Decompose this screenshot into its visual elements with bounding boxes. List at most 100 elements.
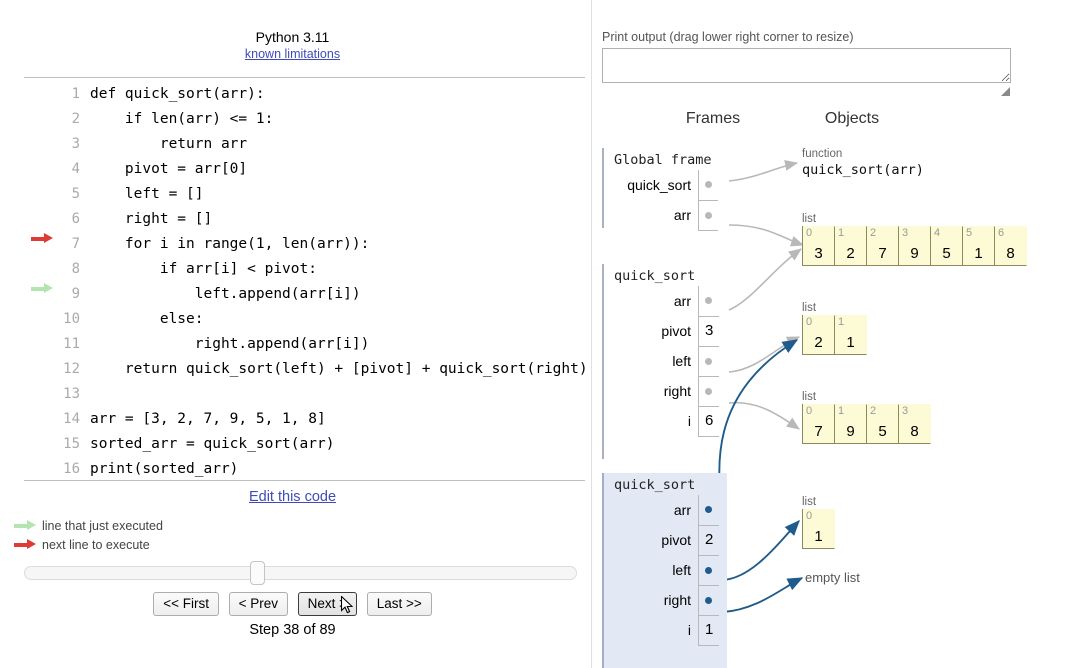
pointer-dot-icon [705,297,712,305]
code-line-text-cell: left.append(arr[i]) [90,282,585,307]
code-line-text: left = [] [90,186,204,202]
execution-slider-handle[interactable] [249,561,265,585]
code-line[interactable]: 14 arr = [3, 2, 7, 9, 5, 1, 8] [24,407,585,432]
list-cell: 38 [899,404,931,444]
variable-row: quick_sort [604,170,718,201]
variable-pointer [698,346,720,377]
heap-object-list-inner: list 0 1 [802,496,835,549]
variable-pointer [698,200,718,231]
code-line[interactable]: 15 sorted_arr = quick_sort(arr) [24,432,585,457]
list-cell: 39 [899,226,931,266]
known-limitations-link[interactable]: known limitations [245,46,340,63]
code-line[interactable]: 2 if len(arr) <= 1: [24,107,585,132]
variable-row: arr [604,495,720,526]
stack-frame-global: Global frame quick_sort arr [602,148,727,231]
heap-object-list-right: list 0 7 1 9 2 5 3 8 [802,391,931,444]
code-line[interactable]: 11 right.append(arr[i]) [24,332,585,357]
language-header: Python 3.11 known limitations [0,28,585,63]
next-button[interactable]: Next > [297,592,358,616]
code-line-arrow-slot [24,457,57,482]
code-line[interactable]: 8 if arr[i] < pivot: [24,257,585,282]
list-cell: 19 [835,404,867,444]
variable-name: left [672,562,691,578]
list-cell-index: 0 [806,227,813,239]
variable-row: pivot 2 [604,525,720,556]
first-button[interactable]: << First [153,592,220,616]
code-line-number: 3 [71,136,80,152]
code-line[interactable]: 3 return arr [24,132,585,157]
code-line-text-cell: return quick_sort(left) + [pivot] + quic… [90,357,585,382]
variable-name: arr [673,207,691,223]
edit-this-code-link-wrap: Edit this code [0,489,585,505]
stack-frame-quicksort-2-current: quick_sort arr pivot 2 left right i 1 [602,473,727,668]
code-line-text: pivot = arr[0] [90,161,248,177]
code-line-text-cell: left = [] [90,182,585,207]
variable-row: arr [604,200,718,231]
code-line-arrow-slot [24,307,57,332]
code-line[interactable]: 4 pivot = arr[0] [24,157,585,182]
list-object: 03122739455168 [802,226,1027,266]
list-cell-value: 1 [846,334,855,351]
variable-name: pivot [661,323,691,339]
code-line-text: if arr[i] < pivot: [90,261,317,277]
code-line[interactable]: 16 print(sorted_arr) [24,457,585,482]
list-cell-index: 0 [806,316,813,328]
code-line-arrow-slot [24,182,57,207]
heap-object-list-arr: list 0 3 1 2 2 7 3 9 4 5 5 1 6 8 [802,213,1027,266]
print-output-textarea[interactable] [602,48,1011,83]
code-line[interactable]: 10 else: [24,307,585,332]
code-line-text-cell: else: [90,307,585,332]
code-line[interactable]: 9 left.append(arr[i]) [24,282,585,307]
list-cell-value: 8 [910,423,919,440]
list-cell-value: 3 [814,245,823,262]
list-cell-value: 7 [814,423,823,440]
print-output-label: Print output (drag lower right corner to… [602,30,854,44]
code-line-text-cell: right.append(arr[i]) [90,332,585,357]
list-cell: 51 [963,226,995,266]
code-line-text: if len(arr) <= 1: [90,111,274,127]
heap-object-list-left: list 0 2 1 1 [802,302,867,355]
empty-list-label: empty list [805,570,860,585]
frame-name: quick_sort [614,477,696,493]
list-cell: 02 [803,315,835,355]
list-cell-value: 5 [942,245,951,262]
last-button[interactable]: Last >> [366,592,432,616]
code-line-number: 7 [71,236,80,252]
code-line-number: 2 [71,111,80,127]
list-cell-index: 1 [838,405,845,417]
variable-row: right [604,376,720,407]
variable-value: 6 [698,406,720,437]
code-line-text: right.append(arr[i]) [90,336,370,352]
frame-variables: quick_sortarr [604,170,718,231]
code-line[interactable]: 12 return quick_sort(left) + [pivot] + q… [24,357,585,382]
code-line-number: 8 [71,261,80,277]
object-type-label: function [802,148,843,160]
code-line-arrow-slot [24,332,57,357]
code-line[interactable]: 6 right = [] [24,207,585,232]
edit-this-code-link[interactable]: Edit this code [249,489,336,505]
object-type-label: list [802,391,817,403]
prev-button[interactable]: < Prev [228,592,289,616]
object-type-label: list [802,213,817,225]
list-cell-index: 2 [870,227,877,239]
code-line-text-cell: for i in range(1, len(arr)): [90,232,585,257]
code-line[interactable]: 5 left = [] [24,182,585,207]
list-cell: 11 [835,315,867,355]
variable-pointer [698,286,720,317]
code-line[interactable]: 1 def quick_sort(arr): [24,82,585,107]
executed-line-arrow-icon [14,520,36,531]
code-line[interactable]: 7 for i in range(1, len(arr)): [24,232,585,257]
code-line[interactable]: 13 [24,382,585,407]
resize-grip-icon[interactable] [1000,86,1011,97]
code-line-text: left.append(arr[i]) [90,286,361,302]
code-line-number: 13 [63,386,80,402]
variable-pointer [698,376,720,407]
code-line-number: 12 [63,361,80,377]
code-line-arrow-slot [24,157,57,182]
frame-variables: arr pivot 2 left right i 1 [604,495,720,646]
function-signature: quick_sort(arr) [802,162,924,178]
variable-name: arr [673,293,691,309]
legend-row: next line to execute [14,535,163,554]
pointer-dot-icon [705,566,712,574]
execution-slider-track[interactable] [24,566,577,580]
